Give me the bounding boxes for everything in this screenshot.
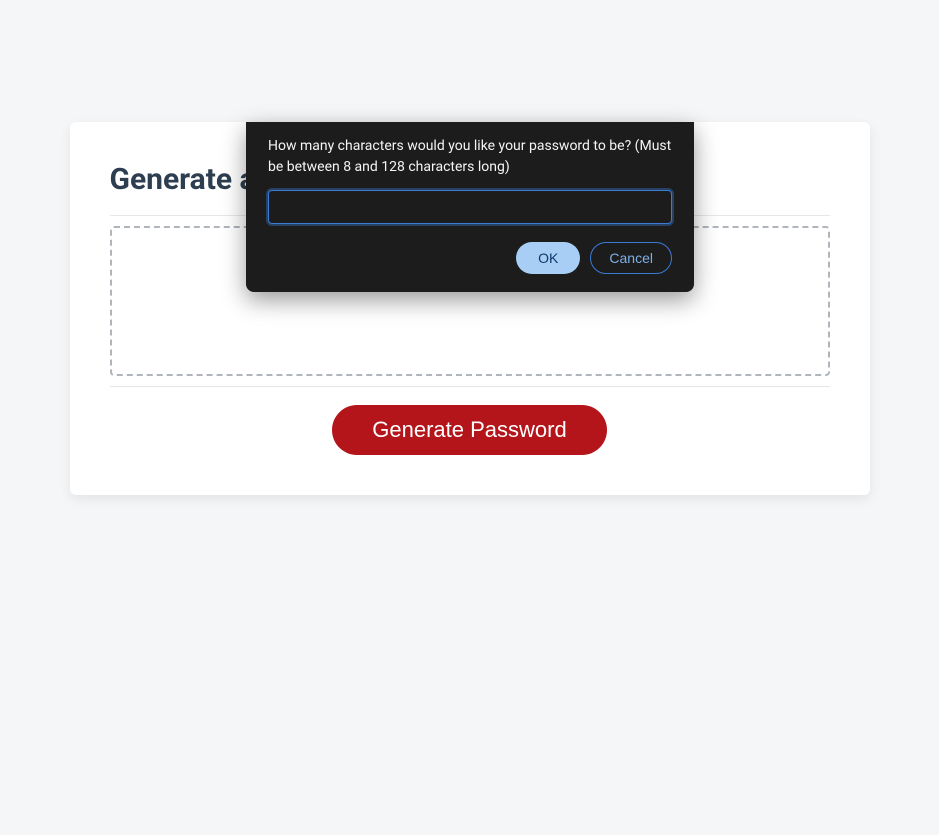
ok-button[interactable]: OK — [516, 242, 580, 274]
prompt-button-row: OK Cancel — [268, 242, 672, 274]
button-row: Generate Password — [110, 405, 830, 455]
prompt-dialog: How many characters would you like your … — [246, 122, 694, 292]
prompt-input[interactable] — [268, 190, 672, 224]
generate-password-button[interactable]: Generate Password — [332, 405, 606, 455]
divider-bottom — [110, 386, 830, 387]
cancel-button[interactable]: Cancel — [590, 242, 672, 274]
prompt-message: How many characters would you like your … — [268, 136, 672, 178]
